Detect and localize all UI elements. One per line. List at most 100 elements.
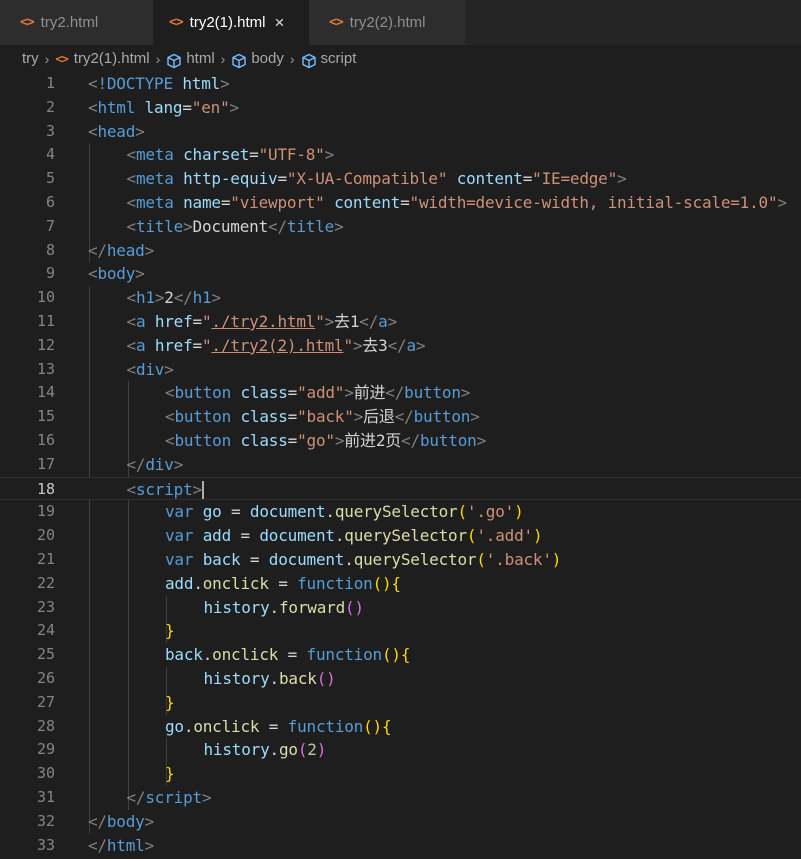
code-line[interactable]: 19 var go = document.querySelector('.go')	[0, 500, 801, 524]
code-line[interactable]: 32 </body>	[0, 810, 801, 834]
code-token: http-equiv	[183, 169, 278, 189]
code-line[interactable]: 17 </div>	[0, 453, 801, 477]
code-text: <div>	[127, 358, 174, 382]
code-line[interactable]: 11 <a href="./try2.html">去1</a>	[0, 310, 801, 334]
code-line[interactable]: 26 history.back()	[0, 667, 801, 691]
code-text: </head>	[88, 239, 154, 263]
code-token: "	[343, 335, 353, 355]
code-line[interactable]: 6 <meta name="viewport" content="width=de…	[0, 191, 801, 215]
code-line[interactable]: 5 <meta http-equiv="X-UA-Compatible" cont…	[0, 167, 801, 191]
code-token: go	[202, 502, 222, 522]
chevron-right-icon: ›	[220, 50, 226, 67]
tab-try2-2-html[interactable]: <> try2(2).html	[309, 0, 465, 45]
breadcrumb-folder[interactable]: try	[22, 50, 39, 67]
tab-try2-1-html[interactable]: <> try2(1).html ×	[153, 0, 309, 45]
code-line[interactable]: 9 <body>	[0, 262, 801, 286]
code-line[interactable]: 13 <div>	[0, 358, 801, 382]
code-token: html	[182, 74, 221, 93]
code-text: <!DOCTYPE html>	[88, 72, 230, 96]
code-token: (){	[372, 573, 402, 593]
code-token: }	[165, 621, 175, 641]
code-token: var	[165, 526, 203, 546]
code-token: >	[415, 335, 426, 355]
breadcrumb-file[interactable]: try2(1).html	[74, 50, 150, 67]
breadcrumb-body[interactable]: body	[251, 50, 284, 67]
code-token: script	[135, 479, 193, 499]
code-text: history.back()	[204, 667, 336, 691]
line-number: 26	[36, 669, 55, 687]
code-line[interactable]: 8 </head>	[0, 239, 801, 263]
code-token: >	[617, 169, 627, 189]
html-file-icon: <>	[169, 15, 184, 30]
code-line[interactable]: 1 <!DOCTYPE html>	[0, 72, 801, 96]
code-token: >	[135, 121, 145, 141]
code-token: "UTF-8"	[258, 145, 325, 165]
code-token: </	[88, 240, 107, 260]
code-line[interactable]: 20 var add = document.querySelector('.add…	[0, 524, 801, 548]
code-line[interactable]: 33 </html>	[0, 834, 801, 858]
code-text: var add = document.querySelector('.add')	[165, 524, 543, 548]
code-token: "viewport"	[230, 193, 325, 212]
code-line[interactable]: 25 back.onclick = function(){	[0, 643, 801, 667]
code-token: div	[135, 359, 165, 379]
code-token: "width=device-width, initial-scale=1.0"	[409, 193, 778, 212]
breadcrumb-html[interactable]: html	[186, 50, 214, 67]
code-token: add	[202, 526, 232, 546]
code-line[interactable]: 27}	[0, 691, 801, 715]
code-token: lang	[144, 97, 183, 117]
code-line[interactable]: 18 <script>	[0, 476, 801, 501]
code-token: history	[203, 597, 270, 617]
code-line[interactable]: 28 go.onclick = function(){	[0, 715, 801, 739]
code-token: (	[476, 550, 486, 569]
code-text: <h1>2</h1>	[127, 286, 222, 310]
code-editor[interactable]: 1 <!DOCTYPE html> 2 <html lang="en"> 3 <head>…	[0, 72, 801, 859]
code-token: charset	[183, 145, 250, 165]
code-line[interactable]: 30}	[0, 762, 801, 786]
breadcrumb-script[interactable]: script	[321, 50, 357, 67]
code-line[interactable]: 23 history.forward()	[0, 596, 801, 620]
code-token: 去1	[334, 312, 360, 331]
code-token: name	[183, 193, 221, 212]
code-line[interactable]: 10 <h1>2</h1>	[0, 286, 801, 310]
chevron-right-icon: ›	[289, 50, 295, 67]
code-token: =	[278, 645, 307, 665]
code-token: document	[259, 526, 335, 546]
code-line[interactable]: 12 <a href="./try2(2).html">去3</a>	[0, 334, 801, 358]
code-token: button	[174, 383, 241, 403]
code-line[interactable]: 7 <title>Document</title>	[0, 215, 801, 239]
line-number: 19	[36, 502, 55, 521]
code-token: =	[522, 169, 533, 189]
code-token: <	[126, 479, 137, 499]
close-tab-icon[interactable]: ×	[275, 13, 285, 33]
code-line[interactable]: 16 <button class="go">前进2页</button>	[0, 429, 801, 453]
code-line[interactable]: 31 </script>	[0, 786, 801, 810]
code-token: head	[106, 240, 145, 260]
code-token: 2	[307, 740, 317, 760]
code-token: =	[220, 193, 231, 212]
code-line[interactable]: 29 history.go(2)	[0, 738, 801, 762]
code-line[interactable]: 4 <meta charset="UTF-8">	[0, 143, 801, 167]
code-token: </	[385, 383, 405, 403]
code-line[interactable]: 24}	[0, 619, 801, 643]
code-text: var back = document.querySelector('.back…	[165, 548, 561, 572]
code-line[interactable]: 22 add.onclick = function(){	[0, 572, 801, 596]
code-line[interactable]: 15 <button class="back">后退</button>	[0, 405, 801, 429]
code-token: function	[297, 573, 373, 593]
html-file-icon: <>	[55, 51, 68, 66]
code-line[interactable]: 2 <html lang="en">	[0, 96, 801, 120]
tab-try2-html[interactable]: <> try2.html	[0, 0, 153, 45]
code-token: =	[400, 193, 410, 212]
code-token: go	[165, 716, 184, 736]
line-number: 10	[36, 288, 55, 307]
code-line[interactable]: 3 <head>	[0, 120, 801, 144]
code-token: querySelector	[353, 550, 477, 569]
code-token: .	[269, 740, 280, 760]
code-token: back	[278, 669, 317, 688]
code-text: <a href="./try2(2).html">去3</a>	[127, 334, 426, 358]
code-token: >	[229, 97, 240, 117]
code-line[interactable]: 14 <button class="add">前进</button>	[0, 381, 801, 405]
code-line[interactable]: 21 var back = document.querySelector('.ba…	[0, 548, 801, 572]
html-file-icon: <>	[20, 15, 35, 30]
line-number: 8	[45, 240, 55, 259]
code-token: <	[126, 216, 137, 236]
